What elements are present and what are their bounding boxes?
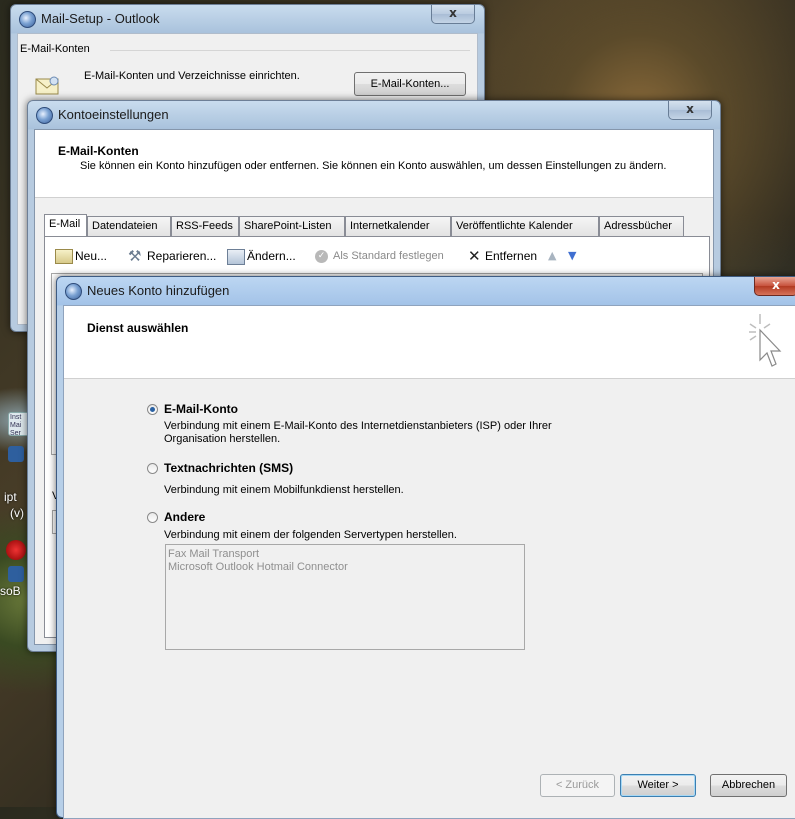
desktop-label-2: Mai — [10, 422, 22, 429]
desktop-label-3: Ser — [10, 430, 21, 437]
desktop-label-6: soB — [0, 584, 21, 598]
sms-label[interactable]: Textnachrichten (SMS) — [164, 461, 293, 475]
account-settings-tabs: E-Mail Datendateien RSS-Feeds SharePoint… — [44, 214, 709, 236]
remove-button[interactable]: Entfernen — [485, 247, 537, 265]
desktop-label-4: ipt — [4, 490, 17, 504]
tab-address-books[interactable]: Adressbücher — [599, 216, 684, 236]
desktop-label-5: (v) — [10, 506, 24, 520]
back-button[interactable]: < Zurück — [540, 774, 615, 797]
outlook-app-icon — [65, 283, 82, 300]
change-button[interactable]: Ändern... — [247, 247, 296, 265]
remove-icon: ✕ — [468, 247, 481, 265]
account-settings-header-desc: Sie können ein Konto hinzufügen oder ent… — [80, 160, 667, 172]
desktop-shortcut-icon[interactable] — [8, 566, 24, 582]
set-default-button[interactable]: Als Standard festlegen — [333, 247, 444, 265]
sms-desc: Verbindung mit einem Mobilfunkdienst her… — [164, 484, 404, 496]
mail-setup-close-button[interactable]: x — [431, 5, 475, 24]
tab-sharepoint-lists[interactable]: SharePoint-Listen — [239, 216, 345, 236]
email-account-desc-line2: Organisation herstellen. — [164, 433, 281, 445]
new-account-window: Neues Konto hinzufügen x Dienst auswähle… — [56, 276, 795, 819]
change-icon — [227, 249, 245, 265]
new-account-header: Dienst auswählen — [64, 306, 795, 379]
account-settings-header: E-Mail-Konten Sie können ein Konto hinzu… — [35, 130, 713, 198]
email-account-radio[interactable] — [147, 404, 158, 415]
move-down-icon[interactable]: ▼ — [568, 247, 576, 265]
list-item[interactable]: Fax Mail Transport — [166, 548, 524, 561]
desktop-label-1: Inst — [10, 414, 22, 421]
mail-setup-titlebar[interactable]: Mail-Setup - Outlook x — [11, 5, 484, 33]
repair-icon: ⚒ — [128, 247, 142, 265]
email-account-desc-line1: Verbindung mit einem E-Mail-Konto des In… — [164, 420, 552, 432]
tab-rss-feeds[interactable]: RSS-Feeds — [171, 216, 239, 236]
new-account-button[interactable]: Neu... — [75, 247, 107, 265]
other-radio[interactable] — [147, 512, 158, 523]
tab-data-files[interactable]: Datendateien — [87, 216, 171, 236]
next-button[interactable]: Weiter > — [620, 774, 696, 797]
set-default-icon: ✓ — [315, 250, 328, 263]
account-toolbar: Neu... ⚒ Reparieren... Ändern... ✓ Als S… — [55, 247, 695, 267]
new-account-close-button[interactable]: x — [754, 277, 795, 296]
outlook-app-icon — [19, 11, 36, 28]
new-account-title: Neues Konto hinzufügen — [87, 283, 230, 298]
mail-setup-title: Mail-Setup - Outlook — [41, 11, 160, 26]
mail-setup-description: E-Mail-Konten und Verzeichnisse einricht… — [84, 70, 300, 82]
cancel-button[interactable]: Abbrechen — [710, 774, 787, 797]
email-account-label[interactable]: E-Mail-Konto — [164, 402, 238, 416]
list-item[interactable]: Microsoft Outlook Hotmail Connector — [166, 561, 524, 574]
mail-setup-group-line — [110, 50, 470, 51]
tab-published-calendars[interactable]: Veröffentlichte Kalender — [451, 216, 599, 236]
mail-setup-group-label: E-Mail-Konten — [20, 43, 93, 55]
new-account-titlebar[interactable]: Neues Konto hinzufügen x — [57, 277, 795, 305]
move-up-icon[interactable]: ▲ — [548, 247, 556, 265]
new-account-client: Dienst auswählen E-Mail-Konto Verbindung… — [63, 305, 795, 819]
desktop-shortcut-icon[interactable] — [8, 446, 24, 462]
account-settings-header-title: E-Mail-Konten — [58, 144, 139, 158]
other-label[interactable]: Andere — [164, 510, 205, 524]
other-desc: Verbindung mit einem der folgenden Serve… — [164, 529, 457, 541]
new-account-header-title: Dienst auswählen — [87, 321, 189, 335]
sms-radio[interactable] — [147, 463, 158, 474]
repair-button[interactable]: Reparieren... — [147, 247, 216, 265]
account-settings-titlebar[interactable]: Kontoeinstellungen x — [28, 101, 720, 129]
mail-accounts-button[interactable]: E-Mail-Konten... — [354, 72, 466, 96]
server-types-list[interactable]: Fax Mail Transport Microsoft Outlook Hot… — [165, 544, 525, 650]
cursor-sparkle-icon — [746, 312, 786, 372]
account-settings-title: Kontoeinstellungen — [58, 107, 169, 122]
tab-internet-calendars[interactable]: Internetkalender — [345, 216, 451, 236]
account-settings-close-button[interactable]: x — [668, 101, 712, 120]
tab-email[interactable]: E-Mail — [44, 214, 87, 236]
mail-accounts-envelope-icon — [35, 76, 61, 96]
desktop-shortcut-icon[interactable] — [6, 540, 26, 560]
outlook-app-icon — [36, 107, 53, 124]
new-account-icon — [55, 249, 73, 264]
